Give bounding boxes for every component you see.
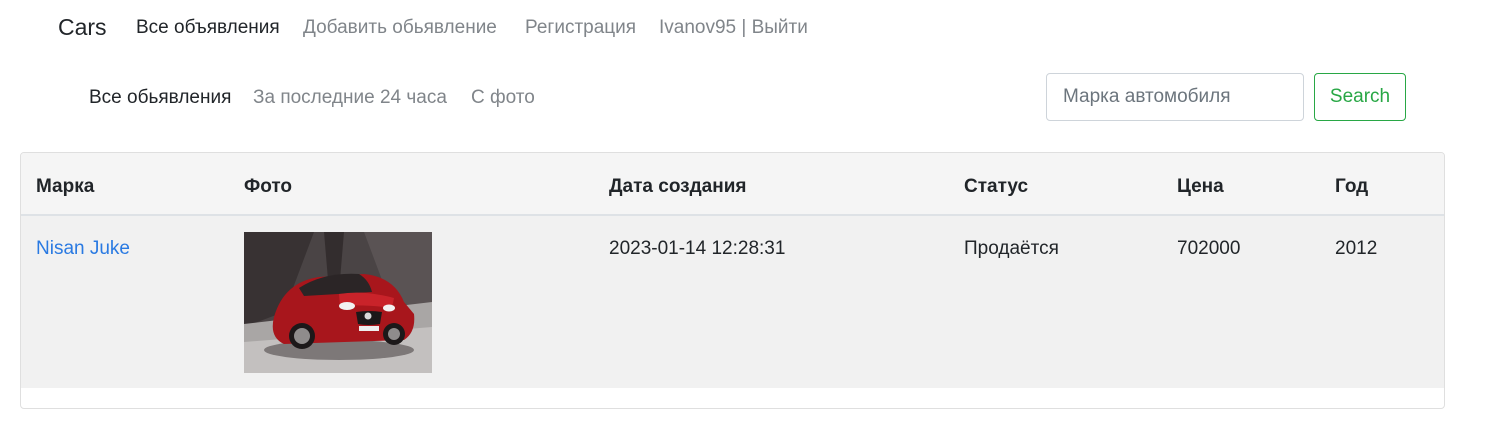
- navbar: Cars Все объявления Добавить обьявление …: [0, 0, 1485, 58]
- nav-all-listings[interactable]: Все объявления: [136, 17, 280, 39]
- table-header: Марка Фото Дата создания Статус Цена Год: [21, 153, 1444, 216]
- status-text: Продаётся: [964, 238, 1059, 259]
- year-value: 2012: [1335, 238, 1378, 259]
- filter-with-photo[interactable]: С фото: [471, 87, 535, 109]
- car-brand-link[interactable]: Nisan Juke: [36, 238, 130, 260]
- nav-add-listing[interactable]: Добавить обьявление: [303, 17, 497, 39]
- table-row: Nisan Juke 2023-01-14 12:28:31 Продаётся…: [21, 216, 1444, 388]
- nav-register[interactable]: Регистрация: [525, 17, 636, 39]
- listings-table: Марка Фото Дата создания Статус Цена Год…: [20, 152, 1445, 409]
- filter-last-24h[interactable]: За последние 24 часа: [253, 87, 447, 109]
- search-input[interactable]: [1046, 73, 1304, 121]
- col-photo: Фото: [244, 176, 293, 197]
- col-price: Цена: [1177, 176, 1224, 197]
- search-button[interactable]: Search: [1314, 73, 1406, 121]
- filter-all[interactable]: Все обьявления: [89, 87, 231, 109]
- created-date: 2023-01-14 12:28:31: [609, 238, 786, 259]
- col-brand: Марка: [36, 176, 95, 197]
- col-year: Год: [1335, 176, 1369, 197]
- car-photo: [244, 232, 432, 373]
- col-status: Статус: [964, 176, 1029, 197]
- col-created: Дата создания: [609, 176, 747, 197]
- brand-logo[interactable]: Cars: [58, 14, 107, 41]
- price-value: 702000: [1177, 238, 1241, 259]
- nav-user-logout[interactable]: Ivanov95 | Выйти: [659, 17, 808, 39]
